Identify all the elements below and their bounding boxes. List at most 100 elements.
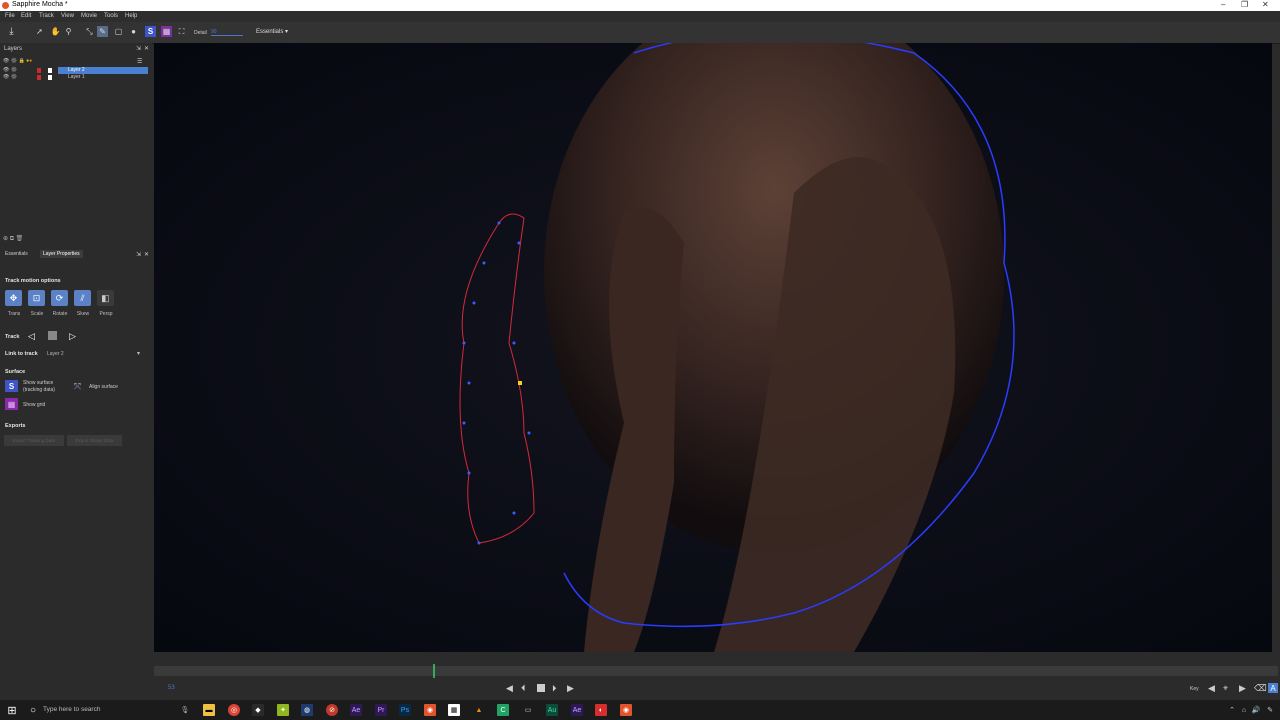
timeline-ruler[interactable] [154, 662, 1278, 678]
step-back-icon[interactable]: ⏴ [521, 683, 526, 694]
align-surface-icon[interactable]: ⤧ [71, 380, 84, 392]
play-icon[interactable]: ▶ [567, 683, 574, 694]
detail-input[interactable]: 90 [211, 29, 243, 36]
stop-track-icon[interactable] [48, 331, 57, 340]
grid-icon[interactable]: ▦ [161, 26, 172, 37]
menu-edit[interactable]: Edit [21, 13, 31, 19]
pen-tool-icon[interactable]: ✎ [97, 26, 108, 37]
auto-key-icon[interactable]: A [1268, 683, 1278, 693]
prev-keyframe-icon[interactable]: ◀ [1208, 683, 1215, 694]
step-forward-icon[interactable]: ⏵ [552, 683, 557, 694]
workspace-dropdown[interactable]: Essentials ▾ [256, 28, 288, 35]
rotate-icon: ⟳ [55, 292, 64, 303]
layer-visibility-icon[interactable]: 👁 ⚙ [3, 67, 17, 73]
menu-help[interactable]: Help [125, 13, 137, 19]
app-icon-5[interactable]: ◍ [301, 704, 313, 716]
mocha-icon[interactable]: ◉ [424, 704, 436, 716]
close-button[interactable]: ✕ [1262, 0, 1269, 9]
app-icon-17[interactable]: ◐ [595, 704, 607, 716]
volume-icon[interactable]: 🔊 [1250, 704, 1262, 716]
zoom-icon[interactable]: ⚲ [63, 26, 74, 37]
duplicate-layer-icon[interactable]: ⧉ [10, 236, 14, 242]
menu-tools[interactable]: Tools [104, 13, 118, 19]
tab-essentials[interactable]: Essentials [2, 250, 31, 258]
windows-start-icon[interactable]: ⊞ [6, 704, 18, 717]
frame-counter[interactable]: 53 [168, 685, 175, 691]
chevron-down-icon[interactable]: ▾ [137, 350, 140, 357]
layer-row-2[interactable]: 👁 ⚙ Layer 2 [0, 67, 150, 74]
skew-toggle[interactable]: ⫽ [74, 290, 91, 306]
menu-movie[interactable]: Movie [81, 13, 97, 19]
pin-icon[interactable]: ⇲ [136, 251, 141, 258]
chrome-icon[interactable]: ◎ [228, 704, 240, 716]
maximize-button[interactable]: ❐ [1241, 0, 1248, 9]
rect-tool-icon[interactable]: ▢ [113, 26, 124, 37]
app-icon-6[interactable]: ⊘ [326, 704, 338, 716]
layer-color-swatch[interactable] [37, 68, 41, 73]
transform-icon[interactable]: ⤡ [84, 26, 95, 37]
menu-track[interactable]: Track [39, 13, 54, 19]
surface-title: Surface [5, 369, 26, 375]
pointer-icon[interactable]: ➚ [34, 26, 45, 37]
photoshop-icon[interactable]: Ps [399, 704, 411, 716]
layer-row-1[interactable]: 👁 ⚙ Layer 1 [0, 74, 150, 81]
delete-keyframe-icon[interactable]: ⌫ [1254, 683, 1267, 694]
stop-icon[interactable] [537, 684, 545, 692]
save-icon[interactable]: ⤓ [6, 26, 17, 37]
taskbar-search-input[interactable]: Type here to search [43, 706, 100, 713]
after-effects-icon[interactable]: Ae [350, 704, 362, 716]
menu-view[interactable]: View [61, 13, 74, 19]
translate-icon: ✥ [9, 292, 18, 303]
app-icon [2, 2, 9, 9]
layer-matte-swatch[interactable] [48, 75, 52, 80]
export-shape-button[interactable]: Export Shape Data [67, 435, 122, 446]
hand-icon[interactable]: ✋ [50, 26, 61, 37]
prev-key-icon[interactable]: ◀ [506, 683, 513, 694]
app-icon-4[interactable]: ✦ [277, 704, 289, 716]
track-forward-icon[interactable]: ▷ [69, 331, 76, 342]
show-surface-icon[interactable]: S [5, 380, 18, 392]
davinci-icon[interactable]: ◆ [252, 704, 264, 716]
minimize-button[interactable]: – [1221, 0, 1225, 9]
audition-icon[interactable]: Au [546, 704, 558, 716]
layer-visibility-icon[interactable]: 👁 ⚙ [3, 74, 17, 80]
pin-icon[interactable]: ⇲ [136, 45, 141, 52]
premiere-icon[interactable]: Pr [375, 704, 387, 716]
scale-toggle[interactable]: ⊡ [28, 290, 45, 306]
viewer-canvas[interactable] [154, 43, 1272, 652]
surface-s-icon[interactable]: S [145, 26, 156, 37]
menu-file[interactable]: File [5, 13, 15, 19]
layer-menu-icon[interactable]: ☰ [137, 58, 142, 65]
perspective-icon: ◧ [101, 292, 110, 303]
next-keyframe-icon[interactable]: ▶ [1239, 683, 1246, 694]
microphone-icon[interactable]: 🎙 [179, 704, 191, 716]
add-keyframe-icon[interactable]: ⌖ [1223, 683, 1228, 694]
layer-matte-swatch[interactable] [48, 68, 52, 73]
app-icon-13[interactable]: C [497, 704, 509, 716]
network-icon[interactable]: ⌂ [1238, 704, 1250, 716]
tab-layer-properties[interactable]: Layer Properties [40, 250, 83, 258]
exports-title: Exports [5, 423, 26, 429]
layer-color-swatch[interactable] [37, 75, 41, 80]
rotate-toggle[interactable]: ⟳ [51, 290, 68, 306]
circle-tool-icon[interactable]: ● [128, 26, 139, 37]
calculator-icon[interactable]: ▦ [448, 704, 460, 716]
export-tracking-button[interactable]: Export Tracking Data [4, 435, 64, 446]
after-effects-icon-2[interactable]: Ae [571, 704, 583, 716]
show-grid-icon[interactable]: ▦ [5, 398, 18, 410]
mocha-icon-2[interactable]: ◉ [620, 704, 632, 716]
file-explorer-icon[interactable]: ▬ [203, 704, 215, 716]
pen-tray-icon[interactable]: ✎ [1264, 704, 1276, 716]
tray-up-icon[interactable]: ⌃ [1226, 704, 1238, 716]
app-icon-14[interactable]: ▭ [522, 704, 534, 716]
fit-icon[interactable]: ⛶ [176, 26, 187, 37]
panel-close-icon[interactable]: ✕ [144, 45, 149, 52]
link-to-track-value[interactable]: Layer 2 [47, 351, 64, 357]
vlc-icon[interactable]: ▲ [473, 704, 485, 716]
trans-toggle[interactable]: ✥ [5, 290, 22, 306]
panel-close-icon[interactable]: ✕ [144, 251, 149, 258]
delete-layer-icon[interactable]: 🗑 [16, 236, 24, 242]
track-backward-icon[interactable]: ◁ [28, 331, 35, 342]
add-layer-icon[interactable]: ⊕ [3, 236, 8, 242]
persp-toggle[interactable]: ◧ [97, 290, 114, 306]
